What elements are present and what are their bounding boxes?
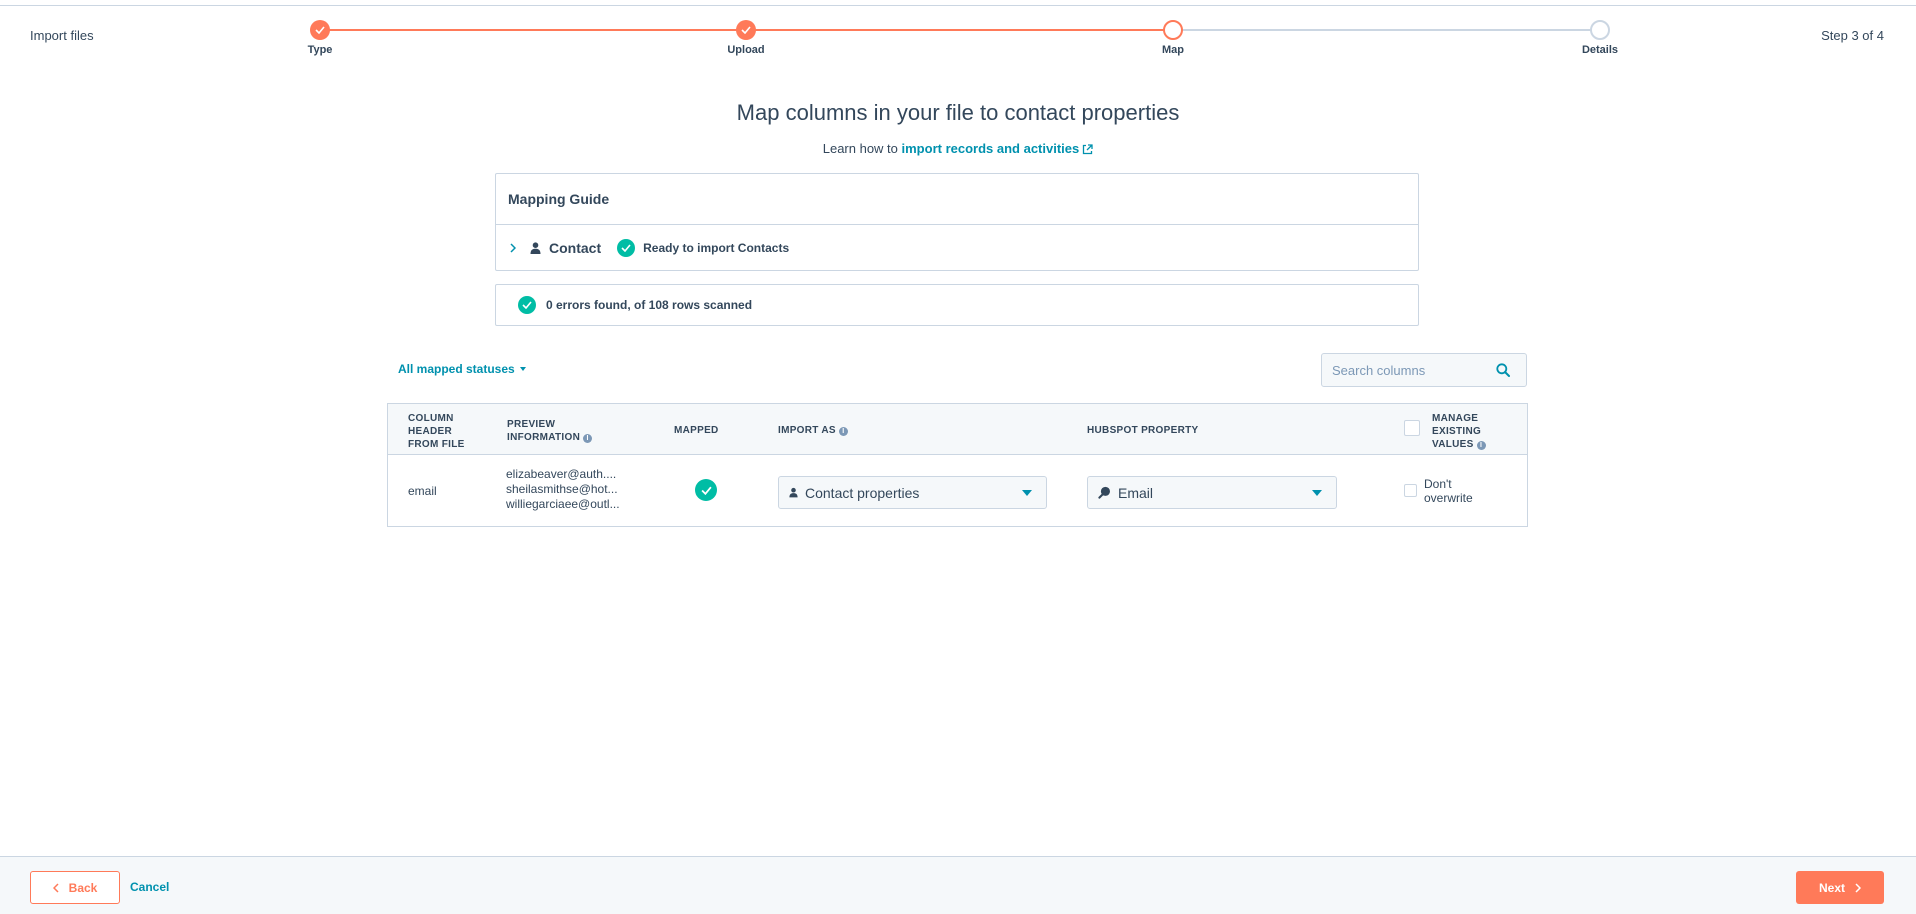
header-import-as: IMPORT AS i <box>778 424 848 437</box>
learn-prefix: Learn how to <box>822 141 902 156</box>
check-icon <box>736 20 756 40</box>
mapped-status-cell <box>695 479 717 501</box>
preview-cell: elizabeaver@auth.... sheilasmithse@hot..… <box>506 467 626 512</box>
preview-value: williegarciaee@outl... <box>506 497 620 511</box>
info-icon[interactable]: i <box>1476 441 1486 450</box>
import-header: Import files Type Upload Map Details Ste… <box>0 6 1916 66</box>
caret-down-icon <box>519 367 526 371</box>
step-label: Upload <box>727 44 765 56</box>
import-records-link-label: import records and activities <box>901 141 1080 156</box>
step-map: Map <box>1123 20 1223 56</box>
page-title: Map columns in your file to contact prop… <box>736 100 1180 125</box>
preview-value: sheilasmithse@hot... <box>506 482 618 496</box>
back-button-label: Back <box>68 880 98 895</box>
step-count: Step 3 of 4 <box>1821 28 1884 43</box>
ready-status-label: Ready to import Contacts <box>643 241 790 255</box>
search-icon <box>1098 486 1111 499</box>
manage-all-checkbox[interactable] <box>1404 420 1420 436</box>
check-circle-icon <box>518 296 536 314</box>
search-input[interactable] <box>1322 362 1492 378</box>
chevron-left-icon <box>52 882 59 893</box>
caret-down-icon <box>1022 490 1032 496</box>
table-header: COLUMN HEADER FROM FILE PREVIEW INFORMAT… <box>388 404 1527 455</box>
step-label: Details <box>1581 44 1619 56</box>
contact-guide-row[interactable]: Contact Ready to import Contacts <box>496 225 1418 271</box>
step-label: Type <box>307 44 333 56</box>
chevron-right-icon[interactable] <box>510 243 516 253</box>
mapping-guide-title: Mapping Guide <box>496 174 1418 225</box>
errors-label: 0 errors found, of 108 rows scanned <box>546 298 753 312</box>
chevron-right-icon <box>1855 882 1861 893</box>
import-as-dropdown[interactable]: Contact properties <box>778 476 1047 509</box>
step-line-done-2 <box>746 29 1173 31</box>
dont-overwrite-checkbox[interactable] <box>1404 484 1417 497</box>
step-line-done-1 <box>320 29 746 31</box>
table-row: email elizabeaver@auth.... sheilasmithse… <box>388 455 1527 526</box>
errors-summary: 0 errors found, of 108 rows scanned <box>495 284 1419 326</box>
next-button[interactable]: Next <box>1796 871 1884 904</box>
mapping-table: COLUMN HEADER FROM FILE PREVIEW INFORMAT… <box>387 403 1528 527</box>
step-type: Type <box>270 20 370 56</box>
footer-bar: Back Cancel Next <box>0 856 1916 914</box>
mapped-status-filter[interactable]: All mapped statuses <box>398 362 526 376</box>
external-link-icon <box>1082 143 1093 158</box>
search-icon[interactable] <box>1496 363 1510 377</box>
header-mapped: MAPPED <box>674 425 719 436</box>
import-records-link[interactable]: import records and activities <box>902 141 1094 156</box>
caret-down-icon <box>1312 490 1322 496</box>
progress-stepper: Type Upload Map Details <box>308 20 1618 66</box>
contact-icon <box>789 487 798 498</box>
preview-value: elizabeaver@auth.... <box>506 467 617 481</box>
step-line-todo <box>1173 29 1600 31</box>
info-icon[interactable]: i <box>838 427 848 436</box>
cancel-link[interactable]: Cancel <box>130 880 169 894</box>
mapping-guide: Mapping Guide Contact Ready to import Co… <box>495 173 1419 271</box>
step-upload: Upload <box>696 20 796 56</box>
learn-text: Learn how to import records and activiti… <box>0 141 1916 158</box>
import-as-value: Contact properties <box>805 484 920 501</box>
next-button-label: Next <box>1818 880 1845 895</box>
current-step-dot <box>1163 20 1183 40</box>
check-icon <box>310 20 330 40</box>
header-column-from-file: COLUMN HEADER FROM FILE <box>408 413 465 450</box>
hubspot-property-value: Email <box>1118 484 1154 501</box>
check-circle-icon <box>617 239 636 257</box>
mapped-status-filter-label: All mapped statuses <box>398 362 515 376</box>
contact-icon <box>530 242 541 254</box>
step-label: Map <box>1162 44 1184 56</box>
header-manage-existing-values: MANAGE EXISTING VALUES i <box>1432 412 1502 451</box>
hubspot-property-dropdown[interactable]: Email <box>1087 476 1337 509</box>
column-name-cell: email <box>408 484 437 498</box>
step-details: Details <box>1550 20 1650 56</box>
search-box[interactable] <box>1321 353 1527 387</box>
info-icon[interactable]: i <box>583 434 593 443</box>
header-preview-information: PREVIEW INFORMATION i <box>507 418 607 444</box>
contact-label: Contact <box>549 240 602 256</box>
header-hubspot-property: HUBSPOT PROPERTY <box>1087 425 1199 436</box>
check-circle-icon <box>695 479 717 501</box>
dont-overwrite-label: Don't overwrite <box>1424 477 1473 505</box>
pending-step-dot <box>1590 20 1610 40</box>
import-title: Import files <box>30 28 94 43</box>
back-button[interactable]: Back <box>30 871 120 904</box>
